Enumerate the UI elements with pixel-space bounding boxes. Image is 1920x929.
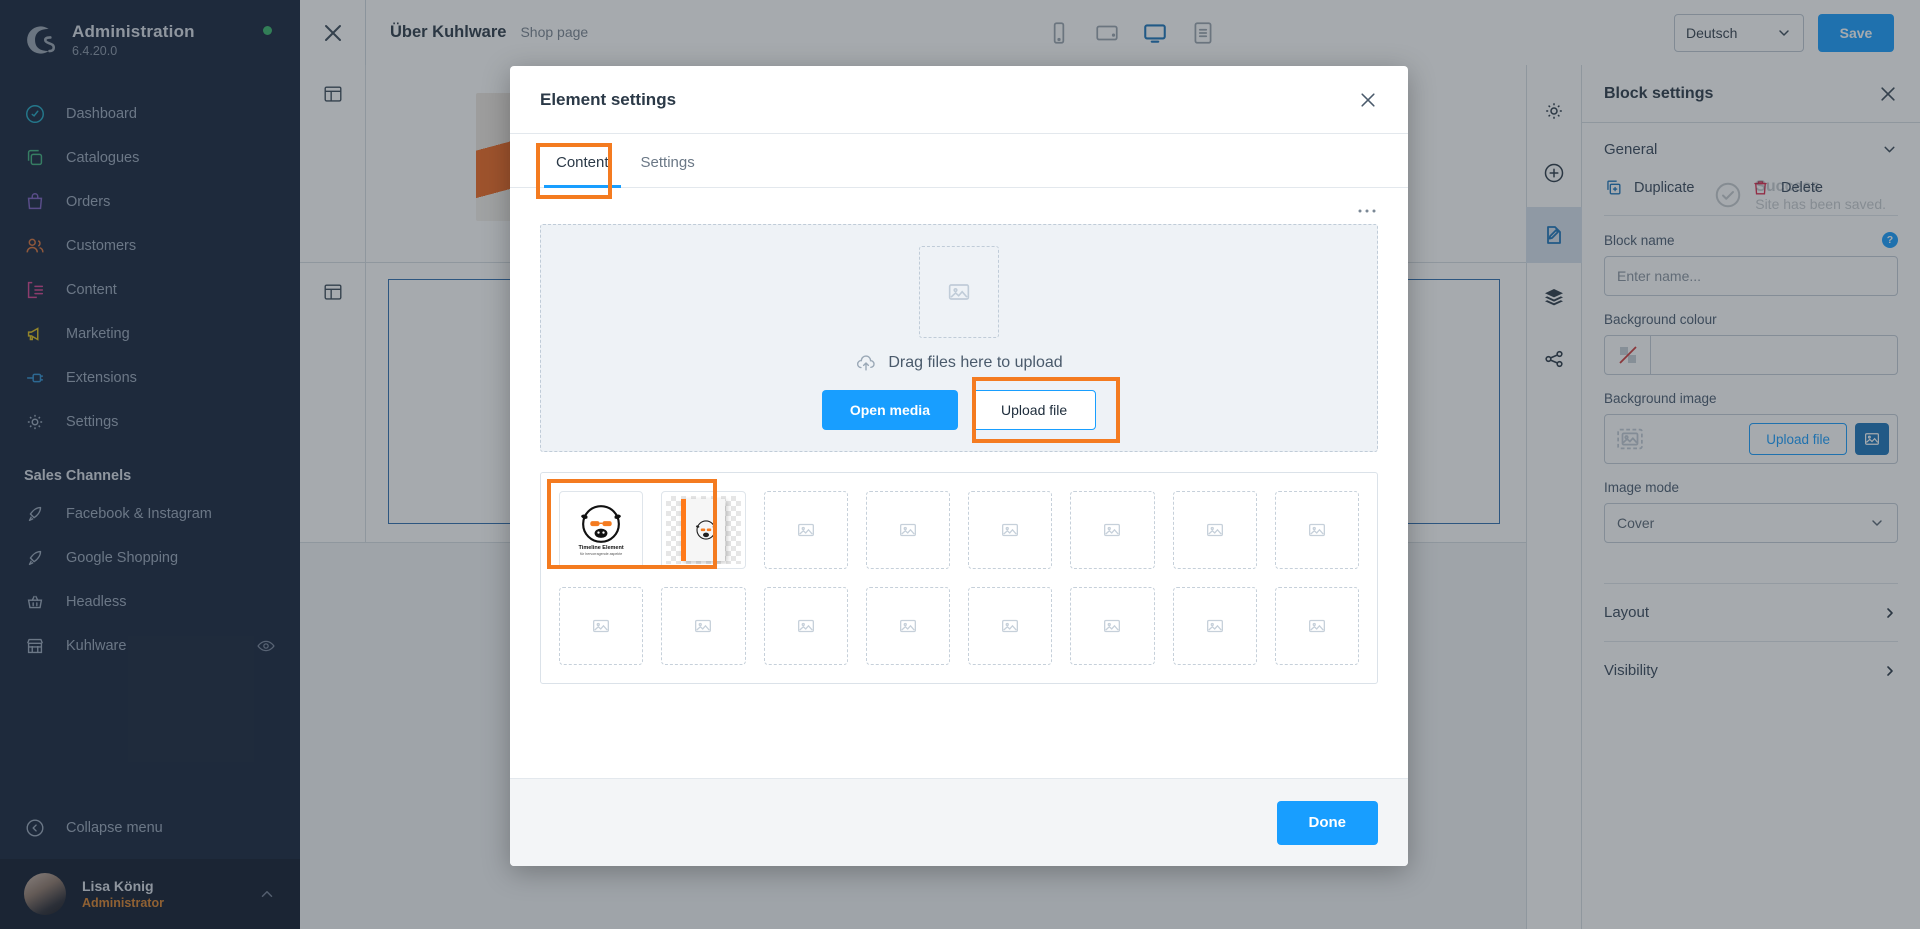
image-placeholder-icon bbox=[899, 523, 916, 537]
gallery-item[interactable]: Timeline Element für hervorragende aspek… bbox=[559, 491, 644, 569]
image-placeholder-icon bbox=[1206, 523, 1223, 537]
dropzone-buttons: Open media Upload file bbox=[821, 377, 1120, 443]
ellipsis-icon bbox=[1358, 209, 1376, 213]
context-menu-button[interactable] bbox=[540, 204, 1378, 224]
tab-settings[interactable]: Settings bbox=[625, 134, 711, 187]
gallery-item[interactable] bbox=[559, 587, 644, 665]
cow-logo-thumbnail: Timeline Element für hervorragende aspek… bbox=[564, 496, 639, 564]
gallery-item[interactable] bbox=[1274, 587, 1359, 665]
modal-title: Element settings bbox=[540, 89, 677, 109]
gallery-item[interactable] bbox=[865, 587, 950, 665]
thumbnail-caption-title: Timeline Element bbox=[578, 545, 624, 551]
dropzone-placeholder bbox=[919, 246, 999, 338]
image-placeholder-icon bbox=[1206, 619, 1223, 633]
image-placeholder-icon bbox=[797, 523, 814, 537]
cow-logo-icon bbox=[695, 520, 716, 540]
image-placeholder-icon bbox=[1104, 523, 1121, 537]
gallery-item[interactable] bbox=[1274, 491, 1359, 569]
gallery-item[interactable] bbox=[968, 491, 1053, 569]
image-placeholder-icon bbox=[899, 619, 916, 633]
image-placeholder-icon bbox=[1104, 619, 1121, 633]
gallery-item[interactable] bbox=[1172, 587, 1257, 665]
book-mockup-icon bbox=[681, 499, 726, 561]
modal-footer: Done bbox=[510, 778, 1408, 866]
gallery-item[interactable] bbox=[1070, 587, 1155, 665]
image-placeholder-icon bbox=[593, 619, 610, 633]
cloud-upload-icon bbox=[857, 355, 875, 371]
cow-logo-icon bbox=[581, 505, 622, 543]
modal-body: Drag files here to upload Open media Upl… bbox=[510, 188, 1408, 778]
modal-tabs: Content Settings bbox=[510, 134, 1408, 199]
gallery-item[interactable] bbox=[865, 491, 950, 569]
cow-book-thumbnail bbox=[666, 496, 741, 564]
gallery-item[interactable] bbox=[661, 491, 746, 569]
close-icon[interactable] bbox=[1358, 90, 1378, 110]
tab-content[interactable]: Content bbox=[540, 134, 625, 188]
gallery-item[interactable] bbox=[763, 587, 848, 665]
element-settings-modal: Element settings Content Settings Drag f… bbox=[510, 66, 1408, 866]
gallery-item[interactable] bbox=[763, 491, 848, 569]
image-placeholder-icon bbox=[1308, 523, 1325, 537]
media-gallery: Timeline Element für hervorragende aspek… bbox=[540, 472, 1378, 684]
image-placeholder-icon bbox=[695, 619, 712, 633]
dropzone-text: Drag files here to upload bbox=[888, 354, 1063, 371]
gallery-item[interactable] bbox=[661, 587, 746, 665]
done-button[interactable]: Done bbox=[1276, 800, 1378, 845]
image-placeholder-icon bbox=[1002, 619, 1019, 633]
image-placeholder-icon bbox=[1002, 523, 1019, 537]
image-placeholder-icon bbox=[1308, 619, 1325, 633]
open-media-button[interactable]: Open media bbox=[821, 390, 958, 430]
gallery-item[interactable] bbox=[1172, 491, 1257, 569]
shopware-admin-screen: Administration 6.4.20.0 Dashboard Catalo… bbox=[0, 0, 1920, 929]
dropzone-text-row: Drag files here to upload bbox=[855, 352, 1063, 374]
media-dropzone[interactable]: Drag files here to upload Open media Upl… bbox=[540, 224, 1378, 452]
upload-file-button[interactable]: Upload file bbox=[971, 390, 1097, 430]
gallery-item[interactable] bbox=[1070, 491, 1155, 569]
modal-header: Element settings bbox=[510, 66, 1408, 134]
image-placeholder-icon bbox=[948, 284, 970, 300]
gallery-item[interactable] bbox=[968, 587, 1053, 665]
image-placeholder-icon bbox=[797, 619, 814, 633]
thumbnail-caption-sub: für hervorragende aspekte bbox=[580, 552, 623, 556]
